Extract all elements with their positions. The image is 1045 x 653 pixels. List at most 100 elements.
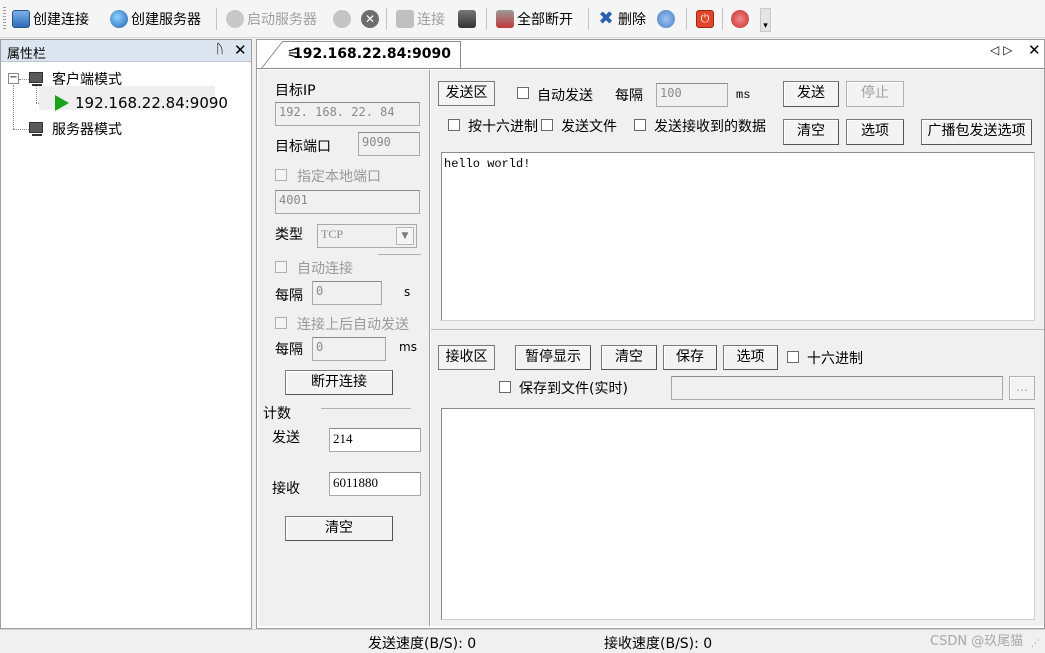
settings-button[interactable] (657, 7, 675, 31)
browse-button[interactable]: ... (1009, 376, 1035, 400)
tree-item-server-mode[interactable]: 服务器模式 (52, 119, 122, 139)
send-options-button[interactable]: 选项 (846, 119, 904, 145)
auto-send-on-connect-checkbox[interactable] (275, 317, 287, 329)
send-area-title: 发送区 (438, 81, 495, 106)
broadcast-options-button[interactable]: 广播包发送选项 (921, 119, 1032, 145)
client-mode-icon (29, 72, 43, 86)
disconnect-all-icon (496, 10, 514, 28)
toolbar-overflow-button[interactable]: ▾ (760, 8, 771, 32)
toolbar-separator (386, 8, 387, 30)
delete-button[interactable]: ✖ 删除 (597, 7, 646, 31)
recv-count-field: 6011880 (329, 472, 421, 496)
target-port-input[interactable]: 9090 (358, 132, 420, 156)
property-panel: 属性栏 ᚢ ✕ − 客户端模式 192.168.22.84:9090 服务器模式 (0, 39, 252, 629)
create-connection-icon (12, 10, 30, 28)
pin-icon[interactable]: ᚢ (216, 42, 224, 57)
help-button[interactable] (731, 7, 749, 31)
send-button[interactable]: 发送 (783, 81, 839, 107)
property-panel-close-icon[interactable]: ✕ (234, 41, 247, 59)
resize-grip-icon[interactable]: ⋰ (1031, 639, 1040, 649)
splitter[interactable] (431, 329, 1044, 330)
disconnect-button[interactable] (458, 7, 476, 31)
connect-label: 连接 (417, 12, 445, 28)
chevron-down-icon[interactable]: ▼ (396, 227, 414, 245)
tab-nav-arrows-icon[interactable]: ◁▷ (990, 43, 1016, 57)
start-server-label: 启动服务器 (247, 12, 317, 28)
send-text-content: hello world! (444, 157, 531, 171)
reconnect-interval-input[interactable]: 0 (312, 281, 382, 305)
send-speed-status: 发送速度(B/S): 0 (368, 636, 477, 652)
save-to-file-label: 保存到文件(实时) (519, 381, 628, 397)
connect-button[interactable]: 连接 (396, 7, 445, 31)
auto-connect-checkbox[interactable] (275, 261, 287, 273)
local-port-checkbox[interactable] (275, 169, 287, 181)
close-circle-button[interactable]: ✕ (361, 7, 379, 31)
send-clear-button[interactable]: 清空 (783, 119, 839, 145)
close-circle-icon: ✕ (361, 10, 379, 28)
save-to-file-checkbox[interactable] (499, 381, 511, 393)
target-ip-label: 目标IP (275, 83, 316, 99)
create-connection-button[interactable]: 创建连接 (12, 7, 89, 31)
toolbar-separator (588, 8, 589, 30)
create-server-icon (110, 10, 128, 28)
send-received-label: 发送接收到的数据 (654, 119, 766, 135)
property-panel-header: 属性栏 ᚢ ✕ (1, 40, 251, 62)
clear-count-button[interactable]: 清空 (285, 516, 393, 541)
toolbar-grip[interactable] (3, 7, 6, 29)
stop-server-icon (333, 10, 351, 28)
tree-item-client-connection[interactable]: 192.168.22.84:9090 (75, 94, 228, 112)
auto-send-checkbox[interactable] (517, 87, 529, 99)
auto-send-interval-input[interactable]: 0 (312, 337, 386, 361)
start-server-button[interactable]: 启动服务器 (226, 7, 317, 31)
tree-connector (36, 86, 37, 103)
data-area: 发送区 自动发送 每隔 100 ms 发送 停止 按十六进制 发送文件 发送接收… (431, 70, 1044, 626)
disconnect-button[interactable]: 断开连接 (285, 370, 393, 395)
send-interval-input[interactable]: 100 (656, 83, 728, 107)
disconnect-icon (458, 10, 476, 28)
send-interval-unit: ms (736, 88, 751, 102)
tab-slant-edge (261, 41, 284, 69)
local-port-label: 指定本地端口 (297, 169, 381, 185)
create-connection-label: 创建连接 (33, 12, 89, 28)
toolbar-separator (722, 8, 723, 30)
delete-icon: ✖ (598, 8, 614, 29)
power-button[interactable]: ⏻ (696, 7, 714, 31)
create-server-button[interactable]: 创建服务器 (110, 7, 201, 31)
send-interval-label: 每隔 (615, 88, 643, 104)
hex-recv-checkbox[interactable] (787, 351, 799, 363)
tree-connector (13, 129, 29, 130)
target-port-label: 目标端口 (275, 139, 331, 155)
recv-options-button[interactable]: 选项 (723, 345, 778, 370)
reconnect-interval-label: 每隔 (275, 288, 303, 304)
recv-area-title: 接收区 (438, 345, 495, 370)
hex-send-label: 按十六进制 (468, 119, 538, 135)
send-file-checkbox[interactable] (541, 119, 553, 131)
tree-connector (19, 79, 29, 80)
connect-icon (396, 10, 414, 28)
client-settings-panel: 目标IP 192. 168. 22. 84 目标端口 9090 指定本地端口 4… (258, 70, 430, 626)
disconnect-all-label: 全部断开 (517, 12, 573, 28)
divider (321, 408, 411, 409)
stop-server-button[interactable] (333, 7, 351, 31)
hex-send-checkbox[interactable] (448, 119, 460, 131)
recv-clear-button[interactable]: 清空 (601, 345, 657, 370)
save-file-path-input[interactable] (671, 376, 1003, 400)
local-port-input[interactable]: 4001 (275, 190, 420, 214)
send-received-checkbox[interactable] (634, 119, 646, 131)
divider (378, 254, 421, 255)
play-icon (55, 95, 69, 111)
toolbar-separator (486, 8, 487, 30)
target-ip-input[interactable]: 192. 168. 22. 84 (275, 102, 420, 126)
stop-button[interactable]: 停止 (846, 81, 904, 107)
tree-collapse-toggle[interactable]: − (8, 73, 19, 84)
document-close-icon[interactable]: ✕ (1028, 41, 1041, 59)
send-count-label: 发送 (272, 430, 300, 446)
recv-textarea[interactable] (441, 408, 1035, 620)
disconnect-all-button[interactable]: 全部断开 (496, 7, 573, 31)
help-icon (731, 10, 749, 28)
pause-display-button[interactable]: 暂停显示 (515, 345, 591, 370)
server-mode-icon (29, 122, 43, 136)
send-textarea[interactable]: hello world! (441, 152, 1035, 321)
auto-send-on-connect-label: 连接上后自动发送 (297, 317, 409, 333)
save-button[interactable]: 保存 (663, 345, 717, 370)
